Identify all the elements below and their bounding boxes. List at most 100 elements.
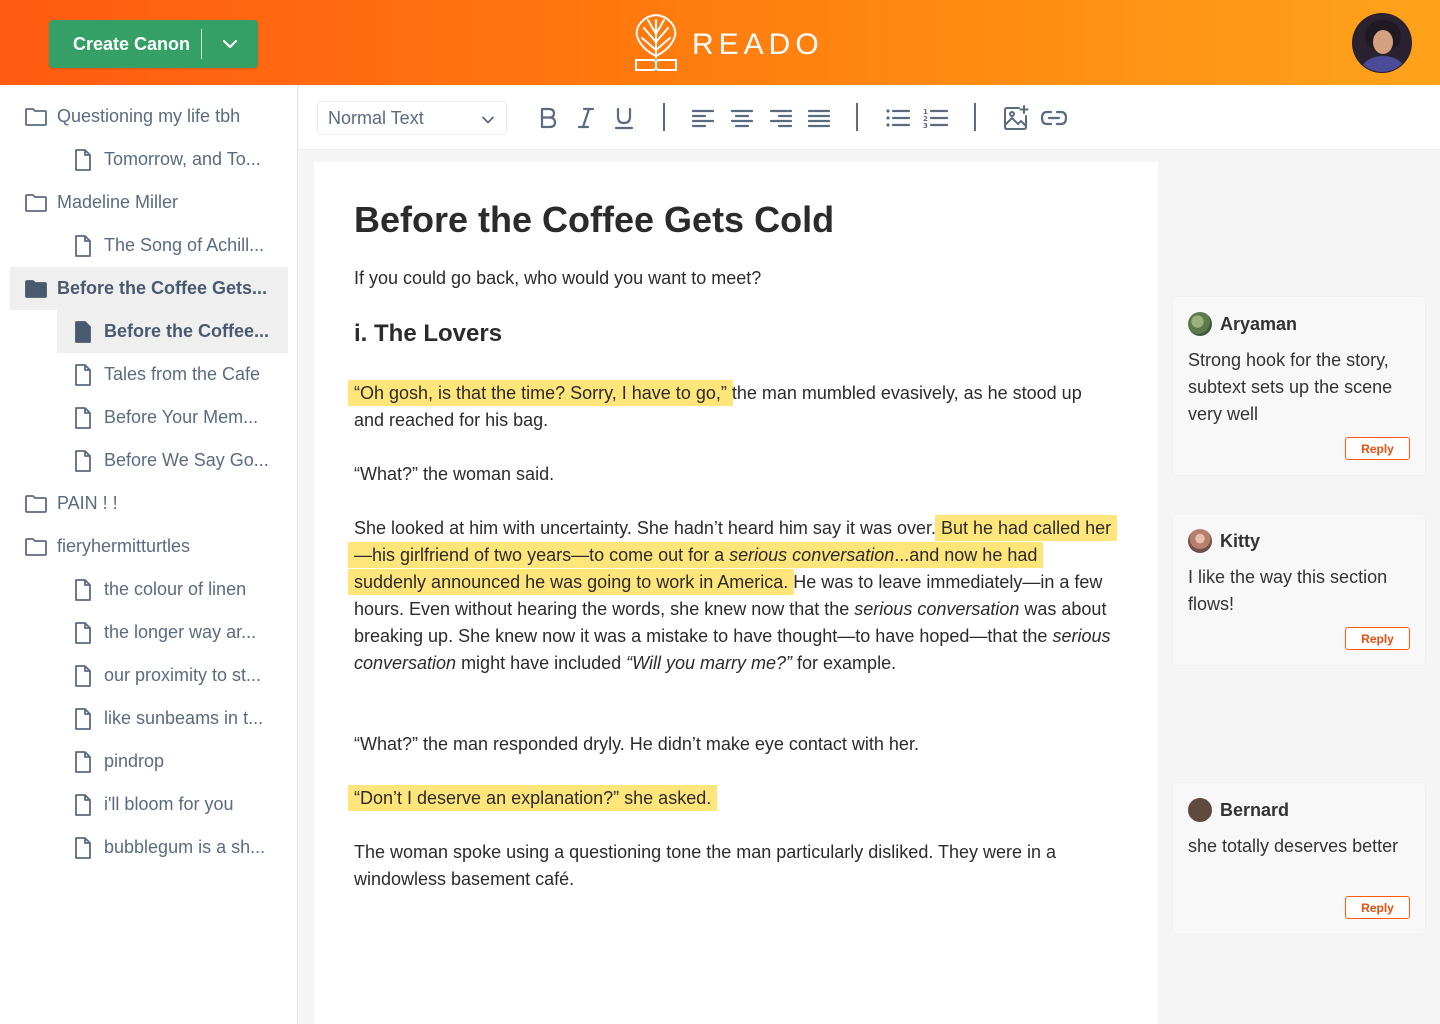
paragraph-text: The woman spoke using a questioning tone… (354, 842, 1057, 889)
commenter-avatar (1188, 312, 1212, 336)
sidebar-document[interactable]: our proximity to st... (57, 654, 288, 697)
highlighted-text[interactable]: “Don’t I deserve an explanation?” she as… (348, 785, 718, 811)
sidebar-document[interactable]: the colour of linen (57, 568, 288, 611)
user-avatar[interactable] (1352, 13, 1412, 73)
folder-icon (24, 105, 48, 129)
bold-icon[interactable] (533, 103, 563, 133)
sidebar-item-label: Madeline Miller (57, 192, 179, 212)
sidebar-document[interactable]: like sunbeams in t... (57, 697, 288, 740)
document-icon (71, 664, 95, 688)
sidebar-folder[interactable]: PAIN ! ! (10, 482, 288, 525)
sidebar-document[interactable]: Before We Say Go... (57, 439, 288, 482)
sidebar-document[interactable]: The Song of Achill... (57, 224, 288, 267)
sidebar-item-label: Before Your Mem... (104, 407, 259, 427)
bullet-list-icon[interactable] (883, 103, 913, 133)
sidebar-item-label: fieryhermitturtles (57, 536, 191, 556)
commenter-avatar (1188, 798, 1212, 822)
sidebar-item-label: Before We Say Go... (104, 450, 269, 470)
sidebar-document[interactable]: Before Your Mem... (57, 396, 288, 439)
document-title[interactable]: Before the Coffee Gets Cold (354, 199, 834, 241)
sidebar-folder-active[interactable]: Before the Coffee Gets... (10, 267, 288, 310)
sidebar-document[interactable]: the longer way ar... (57, 611, 288, 654)
sidebar-document-active[interactable]: Before the Coffee... (57, 310, 288, 353)
document-icon (71, 148, 95, 172)
reply-button[interactable]: Reply (1345, 437, 1410, 460)
highlighted-text[interactable]: “Oh gosh, is that the time? Sorry, I hav… (348, 380, 733, 406)
sidebar-document[interactable]: pindrop (57, 740, 288, 783)
brand-logo[interactable]: READO (632, 12, 824, 77)
document-icon (71, 449, 95, 473)
sidebar-item-label: the colour of linen (104, 579, 247, 599)
document-icon (71, 406, 95, 430)
sidebar-item-label: Before the Coffee Gets... (57, 278, 268, 298)
sidebar-item-label: Tales from the Cafe (104, 364, 261, 384)
document-icon (71, 750, 95, 774)
paragraph[interactable]: The woman spoke using a questioning tone… (354, 839, 1114, 893)
align-left-icon[interactable] (688, 103, 718, 133)
document-tree-sidebar: Questioning my life tbh Tomorrow, and To… (0, 85, 298, 1024)
folder-filled-icon (24, 277, 48, 301)
commenter-name: Bernard (1220, 799, 1290, 820)
align-justify-icon[interactable] (804, 103, 834, 133)
italic-icon[interactable] (571, 103, 601, 133)
toolbar-divider (856, 103, 858, 131)
sidebar-item-label: pindrop (104, 751, 165, 771)
sidebar-folder[interactable]: fieryhermitturtles (10, 525, 288, 568)
chevron-down-icon[interactable] (202, 39, 258, 49)
paragraph[interactable]: “What?” the woman said. (354, 461, 1114, 488)
document-editor[interactable]: Before the Coffee Gets Cold If you could… (314, 162, 1158, 1024)
paragraph[interactable]: “What?” the man responded dryly. He didn… (354, 731, 1114, 758)
sidebar-item-label: our proximity to st... (104, 665, 262, 685)
folder-icon (24, 535, 48, 559)
text-style-value: Normal Text (328, 107, 424, 128)
sidebar-document[interactable]: Tales from the Cafe (57, 353, 288, 396)
sidebar-item-label: bubblegum is a sh... (104, 837, 266, 857)
paragraph-text: “What?” the man responded dryly. He didn… (354, 734, 919, 754)
document-icon (71, 363, 95, 387)
link-icon[interactable] (1039, 103, 1069, 133)
sidebar-item-label: Before the Coffee... (104, 321, 270, 341)
sidebar-folder[interactable]: Questioning my life tbh (10, 95, 288, 138)
chevron-down-icon (482, 108, 494, 129)
sidebar-item-label: The Song of Achill... (104, 235, 265, 255)
paragraph[interactable]: She looked at him with uncertainty. She … (348, 515, 1118, 677)
paragraph-text: She looked at him with uncertainty. She … (354, 518, 941, 538)
sidebar-document[interactable]: Tomorrow, and To... (57, 138, 288, 181)
document-icon (71, 578, 95, 602)
svg-text:3: 3 (923, 122, 928, 129)
paragraph[interactable]: “Oh gosh, is that the time? Sorry, I hav… (348, 380, 1114, 434)
document-subtitle[interactable]: If you could go back, who would you want… (354, 268, 761, 289)
sidebar-item-label: Tomorrow, and To... (104, 149, 261, 169)
comment-text: Strong hook for the story, subtext sets … (1188, 350, 1393, 424)
tree-book-icon (632, 12, 680, 77)
comment-card: Bernard she totally deserves better Repl… (1173, 783, 1425, 934)
reply-button[interactable]: Reply (1345, 896, 1410, 919)
paragraph-text: for example. (792, 653, 897, 673)
sidebar-folder[interactable]: Madeline Miller (10, 181, 288, 224)
comment-text: she totally deserves better (1188, 836, 1399, 856)
document-icon (71, 707, 95, 731)
comment-card: Kitty I like the way this section flows!… (1173, 514, 1425, 665)
create-canon-label: Create Canon (73, 33, 191, 54)
align-center-icon[interactable] (727, 103, 757, 133)
add-image-icon[interactable] (1001, 103, 1031, 133)
document-filled-icon (71, 320, 95, 344)
section-heading[interactable]: i. The Lovers (354, 320, 502, 348)
paragraph-text: “What?” the woman said. (354, 464, 555, 484)
sidebar-document[interactable]: i'll bloom for you (57, 783, 288, 826)
text-style-select[interactable]: Normal Text (317, 101, 507, 135)
italic-text: serious conversation (854, 599, 1020, 619)
align-right-icon[interactable] (766, 103, 796, 133)
numbered-list-icon[interactable]: 123 (921, 103, 951, 133)
paragraph[interactable]: “Don’t I deserve an explanation?” she as… (348, 785, 1114, 812)
reply-button[interactable]: Reply (1345, 627, 1410, 650)
create-canon-button[interactable]: Create Canon (49, 20, 258, 68)
document-icon (71, 836, 95, 860)
sidebar-document[interactable]: bubblegum is a sh... (57, 826, 288, 869)
comment-text: I like the way this section flows! (1188, 567, 1388, 614)
document-icon (71, 621, 95, 645)
sidebar-item-label: the longer way ar... (104, 622, 257, 642)
underline-icon[interactable] (609, 103, 639, 133)
italic-text: “Will you marry me?” (626, 653, 793, 673)
italic-text: serious conversation (729, 545, 895, 565)
